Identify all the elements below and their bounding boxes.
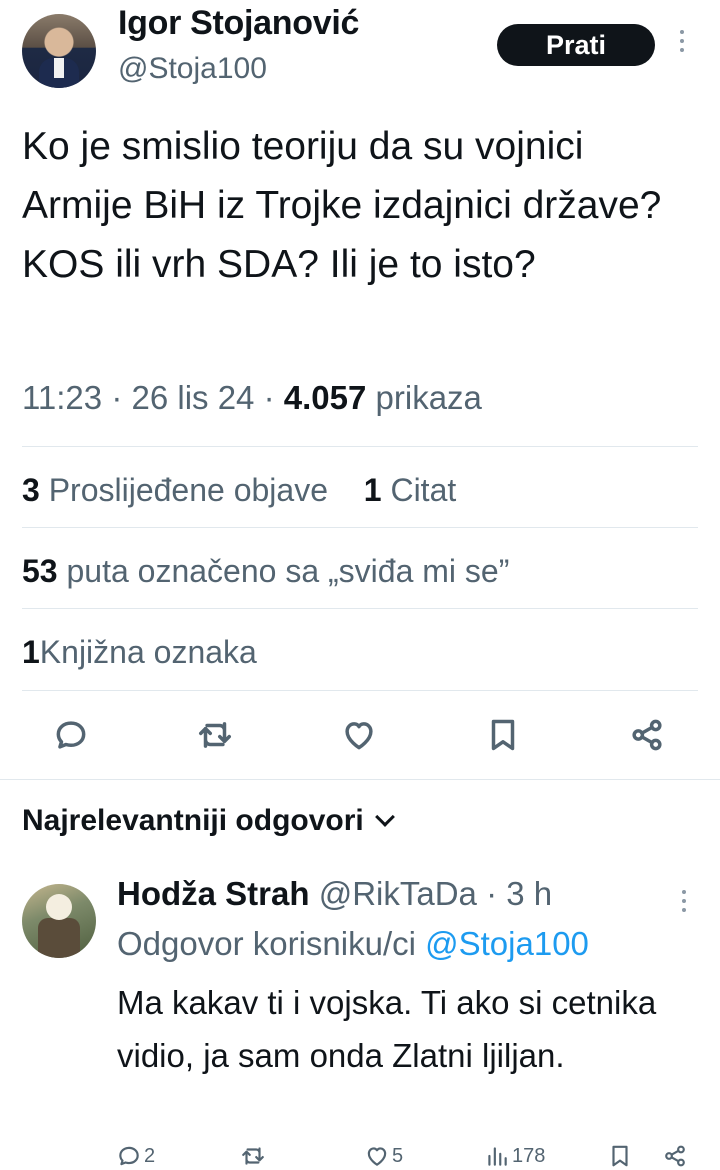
views-count: 4.057 <box>283 379 367 416</box>
reply-reply-button[interactable]: 2 <box>116 1143 155 1169</box>
reposts-label: Proslijeđene objave <box>48 472 328 508</box>
reply-like-button[interactable]: 5 <box>364 1143 403 1169</box>
reply-more-options-icon[interactable] <box>679 890 689 920</box>
reply-time[interactable]: 3 h <box>506 875 552 912</box>
likes-label: puta označeno sa „sviđa mi se” <box>66 553 510 589</box>
author-name[interactable]: Igor Stojanović <box>118 4 359 43</box>
reply-view-count: 178 <box>512 1144 546 1167</box>
divider <box>22 608 698 609</box>
share-icon[interactable] <box>628 716 672 760</box>
share-icon <box>665 1145 685 1167</box>
replying-to-mention[interactable]: @Stoja100 <box>425 925 589 962</box>
retweet-icon[interactable] <box>196 716 240 760</box>
chevron-down-icon <box>374 807 395 827</box>
reply-retweet-button[interactable] <box>240 1143 266 1169</box>
reply-avatar-head <box>46 894 72 920</box>
author-avatar[interactable] <box>22 14 96 88</box>
reply-avatar-figure <box>38 918 80 958</box>
bookmarks-stat[interactable]: 1Knjižna oznaka <box>22 634 257 671</box>
tweet-header: Igor Stojanović @Stoja100 Prati <box>0 0 720 100</box>
likes-count: 53 <box>22 553 58 589</box>
tweet-text: Ko je smislio teoriju da su vojnici Armi… <box>22 125 662 286</box>
reply-replying-to: Odgovor korisniku/ci @Stoja100 <box>117 925 589 963</box>
bookmark-icon <box>612 1145 628 1167</box>
tweet-date[interactable]: 26 lis 24 <box>131 379 254 416</box>
reply-author-handle[interactable]: @RikTaDa <box>319 875 477 912</box>
retweet-icon <box>242 1147 264 1165</box>
bookmark-icon[interactable] <box>484 716 528 760</box>
likes-stat[interactable]: 53 puta označeno sa „sviđa mi se” <box>22 553 509 590</box>
like-icon[interactable] <box>340 716 384 760</box>
bookmarks-count: 1 <box>22 634 40 670</box>
reply-icon <box>119 1146 139 1166</box>
reply-like-count: 5 <box>392 1144 404 1167</box>
divider <box>22 690 698 691</box>
reposts-stat[interactable]: 3 Proslijeđene objave <box>22 472 328 508</box>
replies-sort-dropdown[interactable]: Najrelevantniji odgovori <box>22 804 395 838</box>
quotes-label: Citat <box>390 472 457 508</box>
reposts-count: 3 <box>22 472 40 508</box>
reply-header: Hodža Strah @RikTaDa · 3 h <box>117 875 553 912</box>
reply-text: Ma kakav ti i vojska. Ti ako si cetnika … <box>117 984 657 1074</box>
divider <box>22 446 698 447</box>
bookmarks-label: Knjižna oznaka <box>39 634 257 670</box>
quotes-stat[interactable]: 1 Citat <box>364 472 456 508</box>
reply-author-name[interactable]: Hodža Strah <box>117 875 310 912</box>
replies-header-label: Najrelevantniji odgovori <box>22 804 364 837</box>
more-options-icon[interactable] <box>676 30 688 60</box>
tweet-action-bar <box>0 708 720 768</box>
views-icon <box>488 1147 507 1166</box>
quotes-count: 1 <box>363 472 382 508</box>
section-divider <box>0 779 720 780</box>
like-icon <box>367 1147 387 1166</box>
tweet-meta: 11:23 · 26 lis 24 · 4.057 prikaza <box>22 379 482 416</box>
divider <box>22 527 698 528</box>
reply-bookmark-button[interactable] <box>607 1143 633 1169</box>
reply-share-button[interactable] <box>662 1143 688 1169</box>
reposts-quotes-row: 3 Proslijeđene objave 1 Citat <box>22 472 456 509</box>
replying-to-prefix: Odgovor korisniku/ci <box>117 925 416 962</box>
reply-icon[interactable] <box>52 716 96 760</box>
reply-views-button[interactable]: 178 <box>484 1143 545 1169</box>
avatar-shirt <box>54 58 64 78</box>
views-label: prikaza <box>375 379 482 416</box>
author-handle[interactable]: @Stoja100 <box>118 52 267 86</box>
tweet-time[interactable]: 11:23 <box>22 379 102 416</box>
follow-button[interactable]: Prati <box>497 24 655 66</box>
reply-action-bar: 2 5 178 <box>0 1140 720 1170</box>
reply-avatar[interactable] <box>22 884 96 958</box>
reply-reply-count: 2 <box>144 1144 156 1167</box>
